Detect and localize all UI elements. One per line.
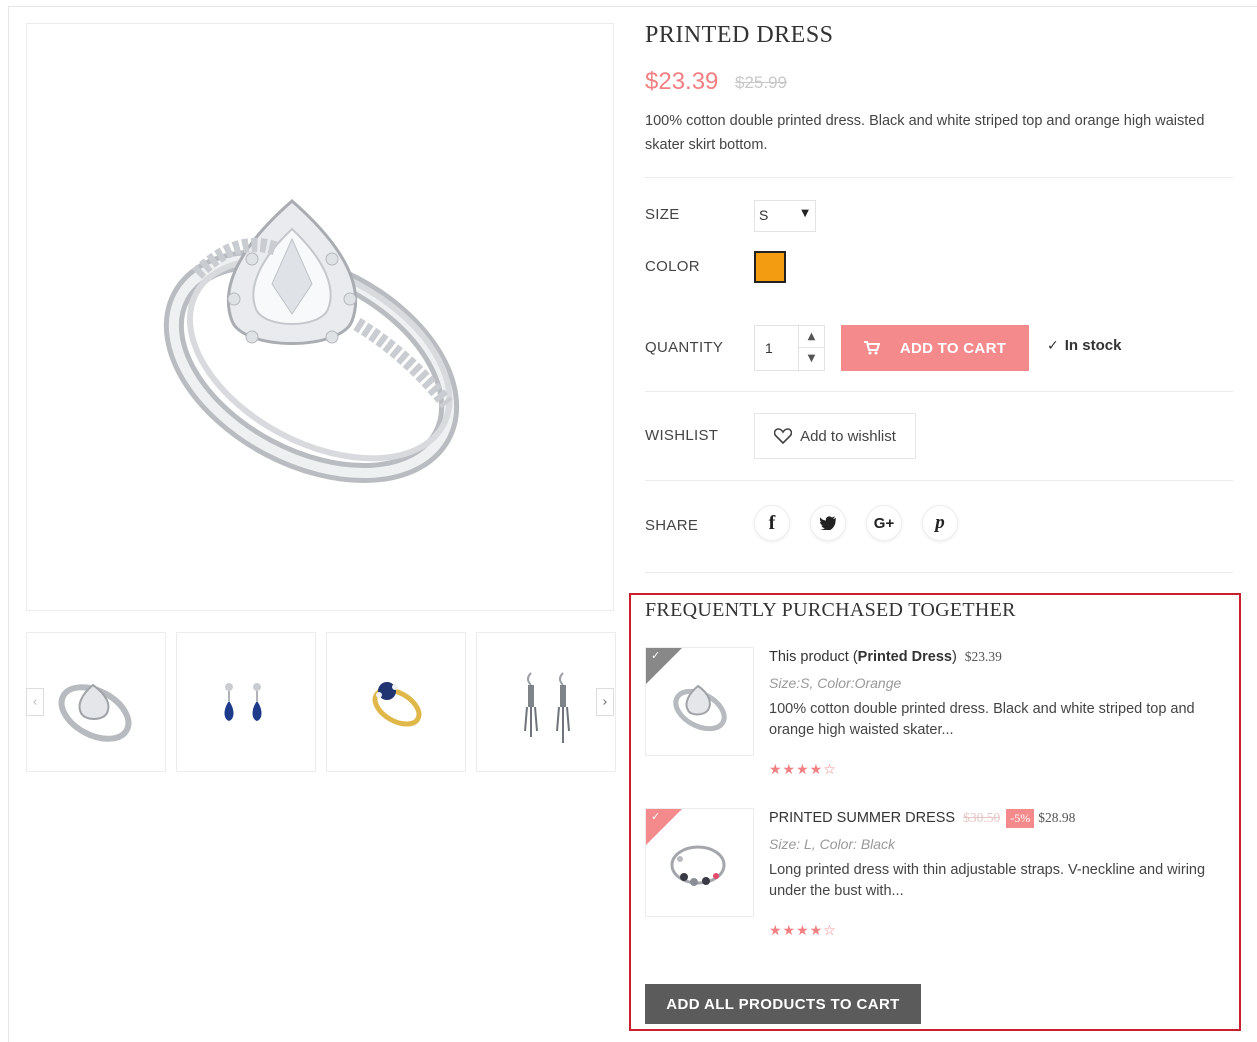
product-old-price: $25.99 <box>735 73 787 92</box>
check-icon: ✓ <box>651 810 661 823</box>
share-label: SHARE <box>645 517 699 534</box>
fbt-item-price: $28.98 <box>1038 810 1076 825</box>
thumbnail-strip: ‹ › <box>26 632 616 772</box>
thumb-ring[interactable] <box>26 632 166 772</box>
quantity-label: QUANTITY <box>645 339 724 356</box>
color-swatch-orange[interactable] <box>754 251 786 283</box>
stock-status: ✓ In stock <box>1047 337 1121 354</box>
check-icon: ✓ <box>651 649 661 662</box>
fbt-item-description: Long printed dress with thin adjustable … <box>769 862 1206 899</box>
main-product-image[interactable] <box>26 23 614 611</box>
fbt-item-attributes: Size:S, Color:Orange <box>769 675 902 691</box>
heart-icon <box>774 428 793 444</box>
fbt-item-image[interactable]: ✓ <box>645 808 754 917</box>
stock-text: In stock <box>1064 337 1122 354</box>
fbt-item-name: This product (Printed Dress) $23.39 <box>769 649 1002 665</box>
fbt-item-prefix: This product ( <box>769 649 858 665</box>
chevron-down-icon: ▼ <box>801 208 809 219</box>
quantity-down-icon[interactable]: ▼ <box>799 348 824 370</box>
size-label: SIZE <box>645 206 680 223</box>
rating-stars: ★★★★☆ <box>769 762 837 778</box>
quantity-stepper[interactable]: 1 ▲ ▼ <box>754 325 825 371</box>
product-price: $23.39 <box>645 68 719 95</box>
add-to-wishlist-button[interactable]: Add to wishlist <box>754 413 916 459</box>
thumb-sapphire-earrings[interactable] <box>176 632 316 772</box>
fbt-item-product-name[interactable]: Printed Dress <box>858 649 952 665</box>
check-icon: ✓ <box>1047 338 1059 354</box>
discount-badge: -5% <box>1006 809 1035 828</box>
wishlist-button-label: Add to wishlist <box>800 427 896 445</box>
quantity-up-icon[interactable]: ▲ <box>799 326 824 348</box>
divider <box>645 177 1233 178</box>
fbt-item-suffix: ) <box>951 649 957 665</box>
fbt-item-name: PRINTED SUMMER DRESS $30.50 -5% $28.98 <box>769 809 1075 828</box>
thumb-next-arrow[interactable]: › <box>596 688 614 716</box>
quantity-input[interactable]: 1 <box>765 340 773 356</box>
twitter-icon[interactable] <box>810 505 846 541</box>
size-value: S <box>759 207 769 223</box>
frequently-purchased-together: FREQUENTLY PURCHASED TOGETHER ✓ This pro… <box>629 593 1241 1031</box>
wishlist-label: WISHLIST <box>645 427 719 444</box>
size-select[interactable]: S ▼ <box>754 200 816 232</box>
fbt-item-attributes: Size: L, Color: Black <box>769 836 896 852</box>
cart-icon <box>863 341 880 355</box>
fbt-item-image[interactable]: ✓ <box>645 647 754 756</box>
google-plus-icon[interactable]: G+ <box>866 505 902 541</box>
add-to-cart-button[interactable]: ADD TO CART <box>841 325 1029 371</box>
divider <box>645 391 1233 392</box>
add-all-to-cart-button[interactable]: ADD ALL PRODUCTS TO CART <box>645 984 921 1024</box>
quantity-spinner: ▲ ▼ <box>798 326 824 370</box>
product-title: PRINTED DRESS <box>645 22 834 48</box>
fbt-item-old-price: $30.50 <box>963 810 1001 825</box>
color-label: COLOR <box>645 258 700 275</box>
divider <box>645 480 1233 481</box>
rating-stars: ★★★★☆ <box>769 923 837 939</box>
fbt-item-product-name[interactable]: PRINTED SUMMER DRESS <box>769 810 955 826</box>
thumb-prev-arrow[interactable]: ‹ <box>26 688 44 716</box>
thumb-gold-ring[interactable] <box>326 632 466 772</box>
pinterest-icon[interactable]: p <box>922 505 958 541</box>
add-to-cart-label: ADD TO CART <box>899 339 1007 357</box>
fbt-title: FREQUENTLY PURCHASED TOGETHER <box>645 599 1016 621</box>
thumb-drop-earrings[interactable] <box>476 632 616 772</box>
product-description: 100% cotton double printed dress. Black … <box>645 113 1205 153</box>
fbt-item-description: 100% cotton double printed dress. Black … <box>769 701 1195 738</box>
divider <box>645 572 1233 573</box>
fbt-item-price: $23.39 <box>964 649 1002 664</box>
facebook-icon[interactable]: f <box>754 505 790 541</box>
